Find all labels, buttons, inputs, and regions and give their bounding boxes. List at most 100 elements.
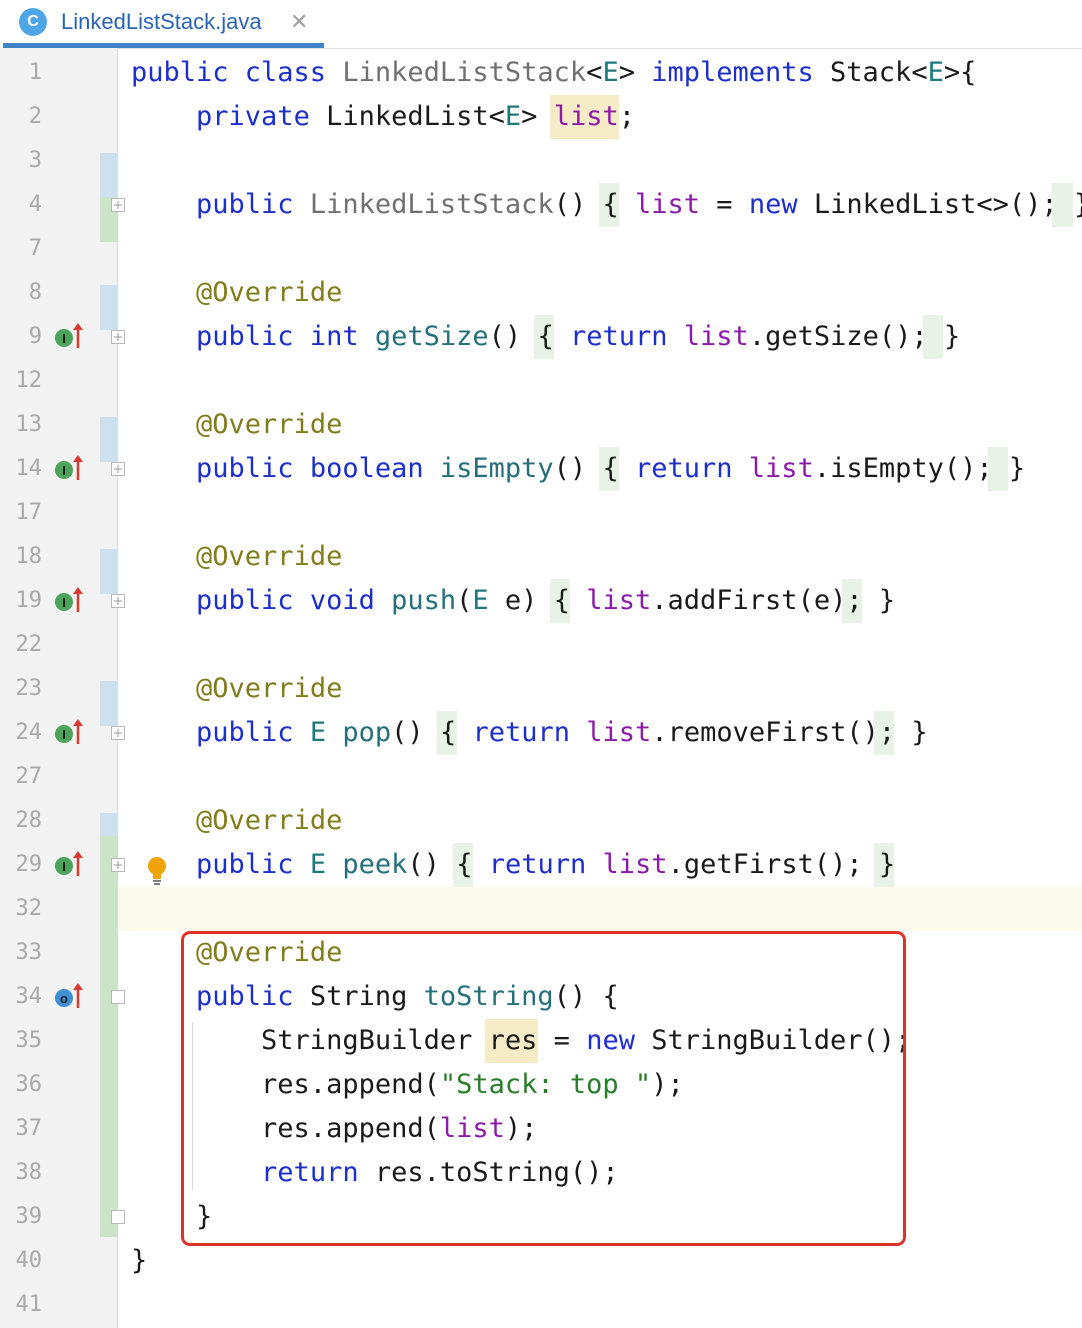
tab-linkedliststack-java[interactable]: C LinkedListStack.java ✕: [3, 0, 324, 48]
fold-marker-icon[interactable]: [111, 330, 125, 344]
code-line[interactable]: public boolean isEmpty() { return list.i…: [131, 447, 1025, 491]
code-token: }: [911, 717, 928, 748]
code-token: (): [391, 717, 440, 748]
code-token: public int: [196, 321, 359, 352]
code-token: return: [634, 453, 733, 484]
code-token: E: [602, 57, 619, 88]
code-token: list: [586, 717, 652, 748]
line-number: 13: [15, 412, 43, 437]
code-line[interactable]: public LinkedListStack() { list = new Li…: [131, 183, 1082, 227]
code-token: ;: [618, 101, 635, 132]
svg-text:I: I: [62, 331, 66, 346]
line-number: 7: [28, 236, 42, 261]
fold-marker-icon[interactable]: [111, 594, 125, 608]
code-token: {: [456, 849, 473, 880]
code-token: list: [683, 321, 749, 352]
change-marker[interactable]: [100, 285, 118, 330]
svg-text:I: I: [62, 727, 66, 742]
line-number: 32: [15, 896, 43, 921]
change-marker[interactable]: [100, 417, 118, 462]
overrides-method-icon[interactable]: o: [54, 982, 84, 1012]
svg-text:o: o: [60, 991, 68, 1006]
code-token: LinkedListStack: [309, 189, 554, 220]
line-number: 12: [15, 368, 43, 393]
code-token: E: [309, 717, 327, 748]
code-line[interactable]: private LinkedList<E> list;: [131, 95, 635, 139]
line-number: 18: [15, 544, 43, 569]
implements-method-icon[interactable]: I: [54, 322, 84, 352]
code-token: public: [196, 189, 294, 220]
code-token: E: [472, 585, 489, 616]
svg-text:I: I: [62, 463, 66, 478]
fold-marker-icon[interactable]: [111, 726, 125, 740]
fold-marker-icon[interactable]: [111, 858, 125, 872]
code-token: E: [309, 849, 327, 880]
code-token: return: [472, 717, 571, 748]
implements-method-icon[interactable]: I: [54, 586, 84, 616]
line-number: 19: [15, 588, 43, 613]
editor-gutter[interactable]: 1 2 3 4 7 8 9 12 13 14 17 18 19 22 23 24 27 28 29 32 33 34 35 3…: [0, 48, 125, 1328]
code-token: (): [553, 453, 603, 484]
code-line[interactable]: }: [131, 1239, 147, 1283]
code-token: .getFirst();: [667, 849, 863, 880]
code-line[interactable]: @Override: [131, 667, 342, 711]
close-icon[interactable]: ✕: [290, 7, 308, 37]
fold-marker-icon[interactable]: [111, 1210, 125, 1224]
change-marker[interactable]: [100, 153, 118, 198]
line-number: 36: [15, 1072, 43, 1097]
line-number: 41: [15, 1292, 43, 1317]
code-token: >: [521, 101, 554, 132]
code-token: >{: [943, 57, 977, 88]
code-line[interactable]: public E pop() { return list.removeFirst…: [131, 711, 928, 755]
code-line[interactable]: public int getSize() { return list.getSi…: [131, 315, 960, 359]
fold-marker-icon[interactable]: [111, 198, 125, 212]
fold-marker-icon[interactable]: [111, 462, 125, 476]
change-marker[interactable]: [100, 549, 118, 594]
lightbulb-icon[interactable]: [146, 855, 168, 887]
line-number: 8: [28, 280, 42, 305]
code-line[interactable]: public class LinkedListStack<E> implemen…: [131, 51, 976, 95]
code-line[interactable]: @Override: [131, 403, 342, 447]
code-token: =: [700, 189, 749, 220]
code-line[interactable]: @Override: [131, 799, 342, 843]
implements-method-icon[interactable]: I: [54, 850, 84, 880]
implements-method-icon[interactable]: I: [54, 454, 84, 484]
code-token: {: [602, 453, 619, 484]
line-number: 33: [15, 940, 43, 965]
code-line[interactable]: public E peek() { return list.getFirst()…: [131, 843, 895, 887]
code-token: push: [391, 585, 457, 616]
change-marker[interactable]: [100, 681, 118, 726]
svg-text:I: I: [62, 595, 66, 610]
code-token: {: [537, 321, 554, 352]
code-token: public void: [196, 585, 375, 616]
fold-marker-icon[interactable]: [111, 990, 125, 1004]
code-line[interactable]: public void push(E e) { list.addFirst(e)…: [131, 579, 895, 623]
line-number: 3: [28, 148, 42, 173]
code-line[interactable]: @Override: [131, 535, 342, 579]
code-line[interactable]: @Override: [131, 271, 342, 315]
implements-method-icon[interactable]: I: [54, 718, 84, 748]
code-token: private: [196, 101, 310, 132]
line-number: 1: [28, 60, 42, 85]
change-marker[interactable]: [100, 836, 118, 1237]
tab-file-name[interactable]: LinkedListStack.java: [61, 7, 262, 37]
code-token: implements: [651, 57, 814, 88]
